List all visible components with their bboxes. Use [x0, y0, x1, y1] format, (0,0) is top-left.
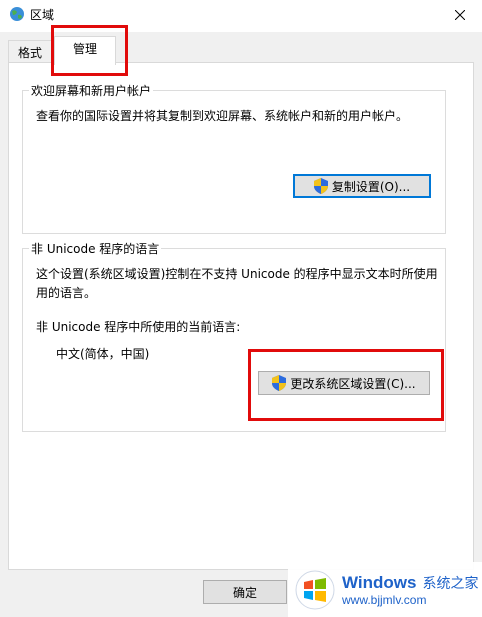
- close-icon: [455, 10, 465, 20]
- ok-button[interactable]: 确定: [203, 580, 287, 604]
- watermark: Windows 系统之家 www.bjjmlv.com: [288, 562, 482, 617]
- windows-logo-icon: [295, 570, 335, 609]
- window-title: 区域: [30, 8, 55, 22]
- tab-administrative[interactable]: 管理: [54, 36, 116, 65]
- watermark-url: www.bjjmlv.com: [342, 592, 427, 607]
- non-unicode-group-title: 非 Unicode 程序的语言: [29, 240, 162, 257]
- uac-shield-icon: [313, 178, 328, 194]
- welcome-group-title: 欢迎屏幕和新用户帐户: [29, 82, 154, 99]
- non-unicode-description-line1: 这个设置(系统区域设置)控制在不支持 Unicode 的程序中显示文本时所使用: [36, 267, 438, 281]
- tab-administrative-label: 管理: [72, 42, 97, 56]
- copy-settings-button[interactable]: 复制设置(O)...: [293, 174, 431, 198]
- close-button[interactable]: [438, 0, 482, 30]
- current-language-value: 中文(简体，中国): [56, 347, 150, 361]
- ok-label: 确定: [232, 585, 257, 600]
- welcome-description: 查看你的国际设置并将其复制到欢迎屏幕、系统帐户和新的用户帐户。: [36, 109, 409, 123]
- current-language-label: 非 Unicode 程序中所使用的当前语言:: [36, 320, 241, 334]
- copy-settings-label: 复制设置(O)...: [331, 179, 411, 194]
- highlight-box-button: [248, 349, 444, 421]
- watermark-cn: 系统之家: [422, 575, 479, 592]
- non-unicode-description-line2: 用的语言。: [36, 286, 97, 300]
- tab-format-label: 格式: [17, 46, 42, 60]
- watermark-brand: Windows: [342, 572, 417, 592]
- globe-icon: [10, 7, 24, 21]
